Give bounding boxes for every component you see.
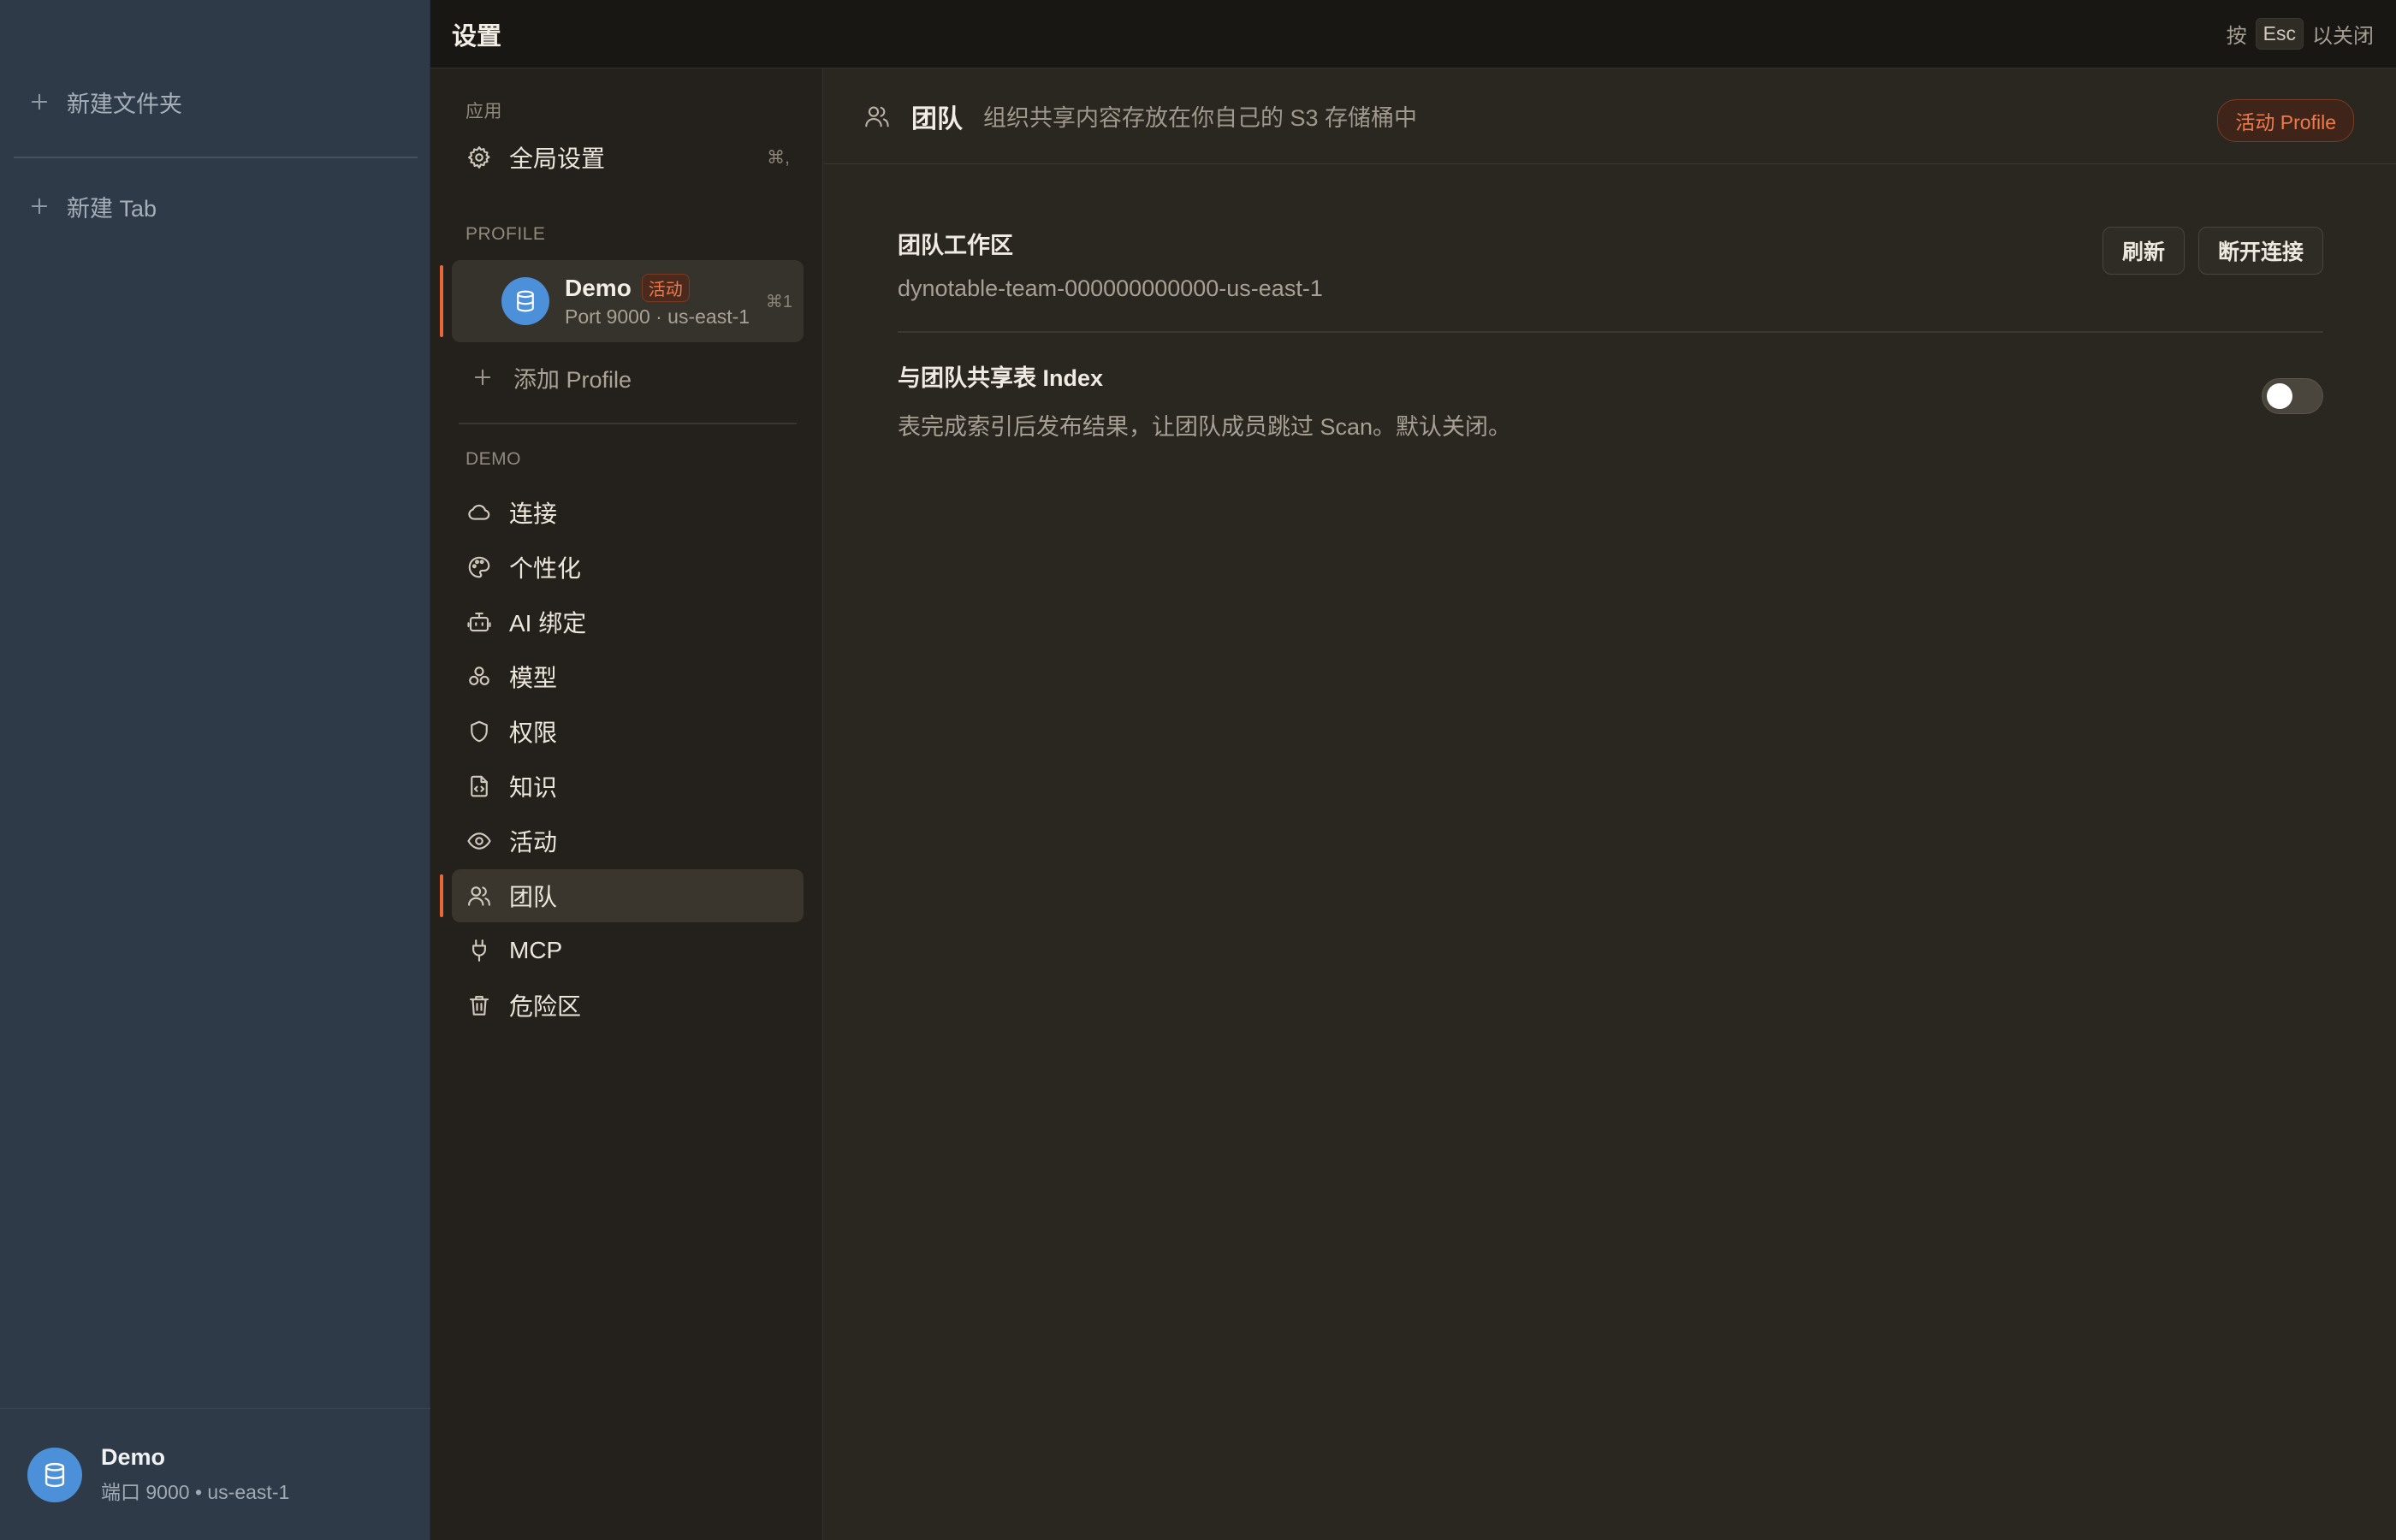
new-folder-label: 新建文件夹 [67, 91, 182, 117]
bot-icon [467, 612, 491, 632]
nav-item-mcp[interactable]: MCP [452, 924, 804, 977]
active-profile-badge: 活动 Profile [2217, 99, 2354, 142]
nav-item-label: 权限 [509, 720, 558, 746]
toggle-knob [2267, 383, 2292, 409]
plug-icon [472, 939, 486, 962]
nav-item-permissions[interactable]: 权限 [452, 705, 804, 758]
active-profile-marker [440, 265, 443, 337]
nav-item-knowledge[interactable]: 知识 [452, 760, 804, 813]
team-settings-panel: 团队 组织共享内容存放在你自己的 S3 存储桶中 活动 Profile 团队工作… [824, 68, 2396, 1540]
share-index-row: 与团队共享表 Index 表完成索引后发布结果，让团队成员跳过 Scan。默认关… [898, 359, 2323, 445]
plus-icon [31, 198, 48, 215]
new-tab-button[interactable]: 新建 Tab [27, 181, 404, 232]
nav-item-label: 模型 [509, 665, 558, 691]
profile-name: Demo [565, 274, 632, 301]
footer-profile-subtitle: 端口 9000 • us-east-1 [101, 1481, 290, 1503]
trash-icon [469, 995, 489, 1016]
settings-nav: 应用 全局设置 ⌘, PROFILE Demo 活动 Port 9000 · u… [430, 68, 823, 1540]
section-label-demo: DEMO [466, 449, 521, 469]
cloud-icon [468, 504, 490, 520]
footer-text: Demo 端口 9000 • us-east-1 [101, 1444, 289, 1505]
gear-icon [468, 146, 490, 169]
nav-item-label: 危险区 [509, 993, 582, 1020]
page-title: 设置 [452, 22, 502, 50]
file-code-icon [471, 775, 488, 797]
esc-key[interactable]: Esc [2255, 18, 2304, 50]
add-profile-label: 添加 Profile [513, 366, 632, 393]
database-icon [44, 1462, 65, 1487]
nav-item-models[interactable]: 模型 [452, 650, 804, 703]
add-profile-button[interactable]: 添加 Profile [452, 351, 804, 404]
status-badge: 活动 [641, 274, 690, 302]
nav-item-label: 团队 [509, 884, 558, 910]
nav-item-activity[interactable]: 活动 [452, 814, 804, 868]
profile-subtitle: Port 9000 · us-east-1 [565, 305, 750, 328]
panel-title: 团队 [911, 104, 963, 133]
share-index-toggle[interactable] [2262, 378, 2323, 414]
active-nav-marker [440, 874, 443, 917]
users-icon [468, 886, 490, 906]
sidebar-divider [14, 157, 418, 158]
database-icon [517, 290, 534, 312]
esc-hint-prefix: 按 [2226, 25, 2247, 48]
nav-item-label: 连接 [509, 500, 558, 527]
footer-profile-name: Demo [101, 1444, 166, 1470]
workspace-actions: 刷新 断开连接 [2102, 227, 2323, 275]
profile-name-row: Demo 活动 [565, 274, 750, 302]
current-profile-footer[interactable]: Demo 端口 9000 • us-east-1 [0, 1408, 430, 1540]
nav-item-label: 知识 [509, 774, 558, 801]
users-icon [865, 106, 889, 127]
nav-item-connection[interactable]: 连接 [452, 486, 804, 539]
esc-hint: 按 Esc 以关闭 [2227, 18, 2374, 50]
share-index-title: 与团队共享表 Index [898, 365, 1104, 391]
nav-item-label: AI 绑定 [509, 610, 587, 637]
new-folder-button[interactable]: 新建文件夹 [27, 76, 404, 127]
share-index-description: 表完成索引后发布结果，让团队成员跳过 Scan。默认关闭。 [898, 414, 1512, 440]
avatar [27, 1447, 82, 1502]
workspace-bucket-name: dynotable-team-000000000000-us-east-1 [898, 275, 1323, 301]
eye-icon [467, 832, 491, 850]
palette-icon [468, 556, 490, 578]
app-sidebar: 新建文件夹 新建 Tab Demo 端口 9000 • us-east-1 [0, 0, 430, 1540]
nav-item-label: 活动 [509, 829, 558, 856]
nav-item-danger-zone[interactable]: 危险区 [452, 979, 804, 1032]
profile-item-demo[interactable]: Demo 活动 Port 9000 · us-east-1 ⌘1 [452, 260, 804, 342]
section-label-profile: PROFILE [466, 224, 546, 244]
profile-text: Demo 活动 Port 9000 · us-east-1 [565, 274, 750, 329]
nav-item-label: 全局设置 [509, 145, 606, 172]
disconnect-button[interactable]: 断开连接 [2197, 227, 2323, 275]
panel-description: 组织共享内容存放在你自己的 S3 存储桶中 [983, 105, 1418, 131]
settings-header: 设置 按 Esc 以关闭 [430, 0, 2396, 68]
shield-icon [471, 720, 488, 743]
esc-hint-suffix: 以关闭 [2312, 25, 2374, 48]
new-tab-label: 新建 Tab [67, 195, 157, 222]
shortcut-hint: ⌘, [767, 147, 790, 168]
nav-item-label: 个性化 [509, 555, 582, 582]
nav-item-label: MCP [509, 937, 563, 963]
plus-icon [31, 93, 48, 110]
nav-item-personalization[interactable]: 个性化 [452, 541, 804, 594]
boxes-icon [469, 666, 489, 685]
panel-header: 团队 组织共享内容存放在你自己的 S3 存储桶中 活动 Profile [824, 68, 2396, 164]
shortcut-hint: ⌘1 [765, 293, 792, 311]
plus-icon [474, 369, 491, 386]
avatar [501, 277, 549, 325]
nav-item-ai-binding[interactable]: AI 绑定 [452, 595, 804, 649]
section-label-app: 应用 [466, 102, 502, 121]
team-workspace-row: 团队工作区 dynotable-team-000000000000-us-eas… [898, 227, 2323, 333]
nav-divider [459, 423, 797, 424]
refresh-button[interactable]: 刷新 [2102, 227, 2185, 275]
nav-item-team[interactable]: 团队 [452, 869, 804, 922]
nav-item-global-settings[interactable]: 全局设置 ⌘, [452, 131, 804, 184]
